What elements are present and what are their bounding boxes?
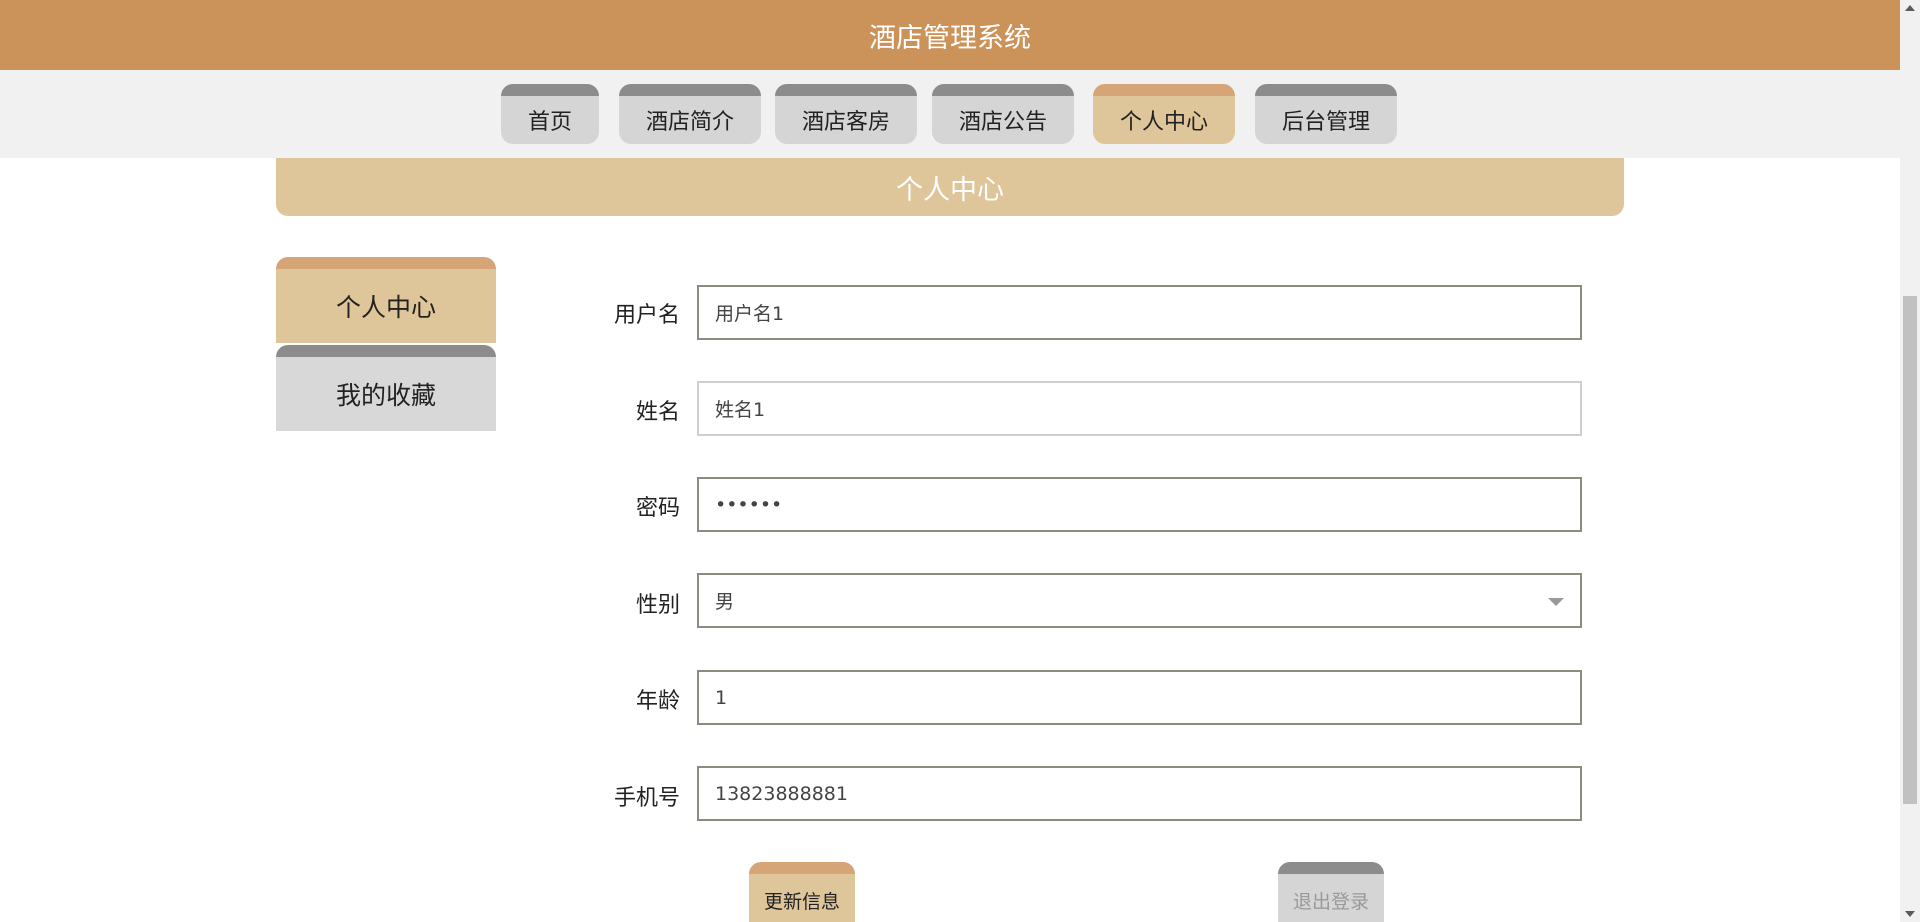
age-label: 年龄 [635,689,680,714]
nav-tab-hotel-rooms[interactable]: 酒店客房 [775,84,917,144]
username-input[interactable] [697,285,1582,340]
logout-label: 退出登录 [1292,891,1369,913]
sidebar-item-label: 我的收藏 [335,381,436,410]
chevron-down-icon [1548,598,1564,606]
password-input[interactable]: •••••• [697,477,1582,532]
gender-select[interactable]: 男 [697,573,1582,628]
nav-tab-home[interactable]: 首页 [501,84,599,144]
phone-label: 手机号 [613,786,680,811]
password-label: 密码 [635,496,680,521]
nav-tab-personal-center[interactable]: 个人中心 [1093,84,1235,144]
page: 酒店管理系统 首页 酒店简介 酒店客房 酒店公告 个人中心 后台管理 个人中心 … [0,0,1920,922]
app-title: 酒店管理系统 [869,22,1031,54]
nav-tab-label: 酒店公告 [958,110,1047,135]
gender-label: 性别 [635,593,680,618]
username-label: 用户名 [613,303,680,328]
logout-button[interactable]: 退出登录 [1278,862,1384,922]
section-banner: 个人中心 [276,158,1624,216]
app-title-bar: 酒店管理系统 [0,0,1900,70]
nav-tab-label: 酒店简介 [645,110,734,135]
name-label: 姓名 [635,400,680,425]
update-info-button[interactable]: 更新信息 [749,862,855,922]
nav-tab-label: 酒店客房 [801,110,890,135]
nav-tab-hotel-intro[interactable]: 酒店简介 [619,84,761,144]
phone-input[interactable] [697,766,1582,821]
scroll-up-arrow-icon[interactable] [1905,5,1915,11]
nav-tab-admin[interactable]: 后台管理 [1255,84,1397,144]
sidebar-item-personal-center[interactable]: 个人中心 [276,257,496,343]
scroll-down-arrow-icon[interactable] [1905,911,1915,917]
scroll-thumb[interactable] [1903,296,1917,804]
page-scrollbar[interactable] [1900,0,1920,922]
update-info-label: 更新信息 [763,891,840,913]
section-title: 个人中心 [896,174,1004,206]
gender-value: 男 [715,591,735,613]
name-input[interactable] [697,381,1582,436]
nav-tab-label: 个人中心 [1119,110,1208,135]
nav-tab-label: 首页 [527,110,572,135]
sidebar-item-favorites[interactable]: 我的收藏 [276,345,496,431]
sidebar-item-label: 个人中心 [335,293,436,322]
age-input[interactable] [697,670,1582,725]
nav-tab-hotel-notices[interactable]: 酒店公告 [932,84,1074,144]
password-value: •••••• [715,493,783,516]
nav-tab-label: 后台管理 [1281,110,1370,135]
